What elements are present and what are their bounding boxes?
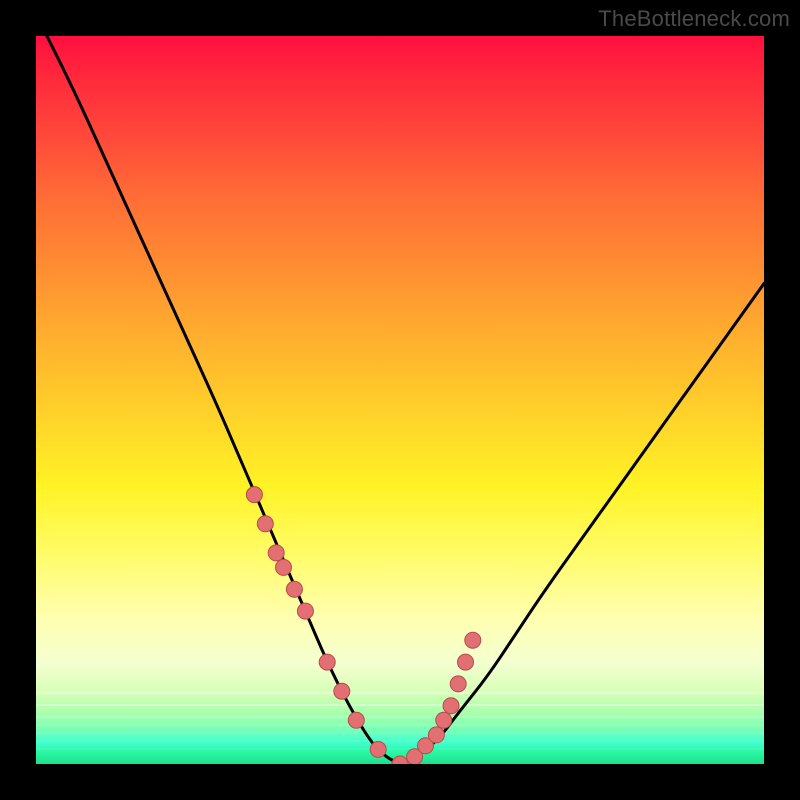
scatter-dot bbox=[276, 559, 292, 575]
scatter-dot bbox=[443, 698, 459, 714]
watermark-credit: TheBottleneck.com bbox=[598, 6, 790, 32]
scatter-dot bbox=[297, 603, 313, 619]
plot-area bbox=[36, 36, 764, 764]
scatter-dot bbox=[436, 712, 452, 728]
scatter-dot bbox=[246, 487, 262, 503]
bottleneck-curve bbox=[36, 36, 764, 762]
scatter-dot bbox=[458, 654, 474, 670]
scatter-dots-group bbox=[246, 487, 480, 764]
scatter-dot bbox=[465, 632, 481, 648]
scatter-dot bbox=[268, 545, 284, 561]
scatter-dot bbox=[392, 756, 408, 764]
chart-stage: TheBottleneck.com bbox=[0, 0, 800, 800]
scatter-dot bbox=[334, 683, 350, 699]
chart-svg bbox=[36, 36, 764, 764]
scatter-dot bbox=[257, 516, 273, 532]
scatter-dot bbox=[348, 712, 364, 728]
scatter-dot bbox=[319, 654, 335, 670]
scatter-dot bbox=[450, 676, 466, 692]
scatter-dot bbox=[370, 741, 386, 757]
scatter-dot bbox=[286, 581, 302, 597]
scatter-dot bbox=[428, 727, 444, 743]
